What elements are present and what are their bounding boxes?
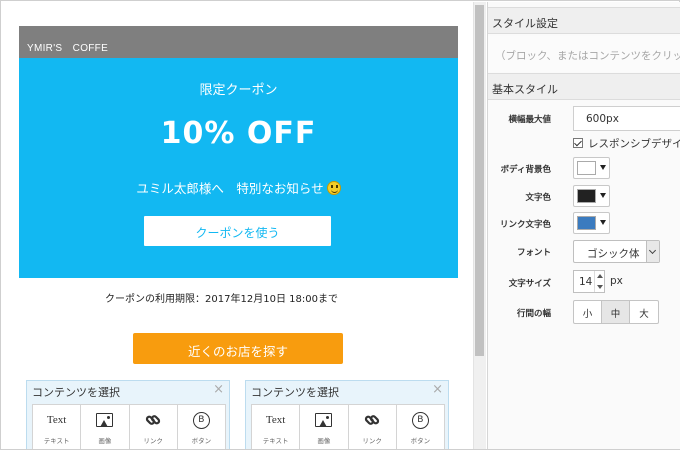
tool-label: リンク bbox=[362, 437, 382, 445]
find-store-button[interactable]: 近くのお店を探す bbox=[133, 333, 343, 364]
coupon-message: ユミル太郎様へ 特別なお知らせ bbox=[19, 178, 458, 197]
content-tool-bar: Text テキスト 画像 リンク B ボタン bbox=[251, 404, 445, 449]
line-height-medium-button[interactable]: 中 bbox=[602, 301, 630, 323]
add-image-button[interactable]: 画像 bbox=[81, 405, 130, 449]
add-text-button[interactable]: Text テキスト bbox=[33, 405, 82, 449]
close-icon[interactable]: × bbox=[432, 382, 443, 397]
font-select-value: ゴシック体 bbox=[587, 248, 640, 260]
close-icon[interactable]: × bbox=[213, 382, 224, 397]
color-swatch bbox=[577, 216, 596, 230]
max-width-label: 横幅最大値 bbox=[508, 115, 551, 125]
content-selector-title: コンテンツを選択 bbox=[32, 386, 120, 399]
add-link-button[interactable]: リンク bbox=[349, 405, 397, 449]
email-preview: YMIR'S COFFE 限定クーポン 10% OFF ユミル太郎様へ 特別なお… bbox=[19, 26, 458, 278]
add-button-button[interactable]: B ボタン bbox=[397, 405, 444, 449]
font-size-label: 文字サイズ bbox=[508, 279, 551, 289]
coupon-banner[interactable]: 限定クーポン 10% OFF ユミル太郎様へ 特別なお知らせ クーポンを使う bbox=[19, 58, 458, 278]
link-color-picker[interactable] bbox=[573, 212, 610, 234]
responsive-label: レスポンシブデザイ bbox=[588, 138, 680, 150]
add-image-button[interactable]: 画像 bbox=[300, 405, 349, 449]
text-icon: Text bbox=[46, 414, 67, 426]
line-height-toggle: 小 中 大 bbox=[573, 300, 659, 324]
tool-label: リンク bbox=[143, 437, 163, 445]
tool-label: テキスト bbox=[262, 437, 289, 445]
tool-label: ボタン bbox=[410, 437, 431, 445]
link-icon bbox=[145, 415, 161, 425]
color-swatch bbox=[577, 161, 596, 175]
body-bg-color-picker[interactable] bbox=[573, 157, 610, 179]
font-label: フォント bbox=[516, 248, 551, 258]
tool-label: 画像 bbox=[98, 437, 112, 445]
coupon-expiry-text: クーポンの利用期限：2017年12月10日 18:00まで bbox=[105, 294, 338, 305]
button-icon: B bbox=[192, 411, 210, 429]
dropdown-arrow-icon bbox=[600, 193, 606, 198]
style-panel: スタイル設定 （ブロック、またはコンテンツをクリック 基本スタイル 横幅最大値 … bbox=[487, 2, 680, 449]
font-size-unit: px bbox=[610, 275, 623, 287]
font-size-stepper[interactable] bbox=[594, 271, 604, 292]
use-coupon-button[interactable]: クーポンを使う bbox=[144, 216, 331, 246]
link-color-label: リンク文字色 bbox=[499, 220, 551, 230]
font-select[interactable]: ゴシック体 bbox=[573, 240, 660, 263]
font-size-input[interactable]: 14 bbox=[573, 270, 605, 293]
body-bg-label: ボディ背景色 bbox=[500, 165, 551, 175]
tool-label: ボタン bbox=[191, 437, 212, 445]
responsive-option[interactable]: レスポンシブデザイ bbox=[573, 136, 680, 151]
text-icon: Text bbox=[265, 414, 286, 426]
style-settings-header: スタイル設定 bbox=[488, 7, 680, 34]
style-panel-hint: （ブロック、またはコンテンツをクリック bbox=[488, 36, 680, 72]
tool-label: 画像 bbox=[317, 437, 331, 445]
max-width-input[interactable]: 600px bbox=[573, 106, 680, 131]
image-icon bbox=[315, 413, 333, 427]
coupon-label: 限定クーポン bbox=[199, 83, 278, 98]
link-icon bbox=[364, 415, 380, 425]
content-selector-title: コンテンツを選択 bbox=[251, 386, 339, 399]
basic-style-header: 基本スタイル bbox=[488, 73, 680, 100]
add-button-button[interactable]: B ボタン bbox=[178, 405, 225, 449]
text-color-label: 文字色 bbox=[525, 193, 551, 203]
dropdown-arrow-icon bbox=[600, 220, 606, 225]
dropdown-arrow-icon bbox=[600, 165, 606, 170]
email-header[interactable]: YMIR'S COFFE bbox=[19, 26, 458, 58]
text-color-picker[interactable] bbox=[573, 185, 610, 207]
content-selector-1: コンテンツを選択 × Text テキスト 画像 リンク B ボタン bbox=[26, 380, 230, 449]
email-canvas: YMIR'S COFFE 限定クーポン 10% OFF ユミル太郎様へ 特別なお… bbox=[2, 2, 473, 449]
stepper-up-icon[interactable] bbox=[597, 274, 603, 278]
line-height-label: 行間の幅 bbox=[516, 309, 551, 319]
content-selector-2: コンテンツを選択 × Text テキスト 画像 リンク B ボタン bbox=[245, 380, 449, 449]
color-swatch bbox=[577, 189, 596, 203]
add-link-button[interactable]: リンク bbox=[130, 405, 178, 449]
font-size-value: 14 bbox=[579, 276, 593, 288]
canvas-scrollbar-thumb[interactable] bbox=[475, 5, 484, 356]
line-height-small-button[interactable]: 小 bbox=[574, 301, 602, 323]
smiley-icon bbox=[326, 181, 341, 195]
coupon-message-text: ユミル太郎様へ 特別なお知らせ bbox=[136, 181, 324, 196]
coupon-headline: 10% OFF bbox=[160, 116, 317, 151]
responsive-checkbox[interactable] bbox=[573, 138, 583, 148]
chevron-down-icon bbox=[646, 241, 659, 262]
add-text-button[interactable]: Text テキスト bbox=[252, 405, 301, 449]
tool-label: テキスト bbox=[43, 437, 70, 445]
stepper-down-icon[interactable] bbox=[597, 285, 603, 289]
content-tool-bar: Text テキスト 画像 リンク B ボタン bbox=[32, 404, 226, 449]
button-icon: B bbox=[411, 411, 429, 429]
line-height-large-button[interactable]: 大 bbox=[630, 301, 658, 323]
image-icon bbox=[96, 413, 114, 427]
app-window: YMIR'S COFFE 限定クーポン 10% OFF ユミル太郎様へ 特別なお… bbox=[0, 0, 680, 450]
